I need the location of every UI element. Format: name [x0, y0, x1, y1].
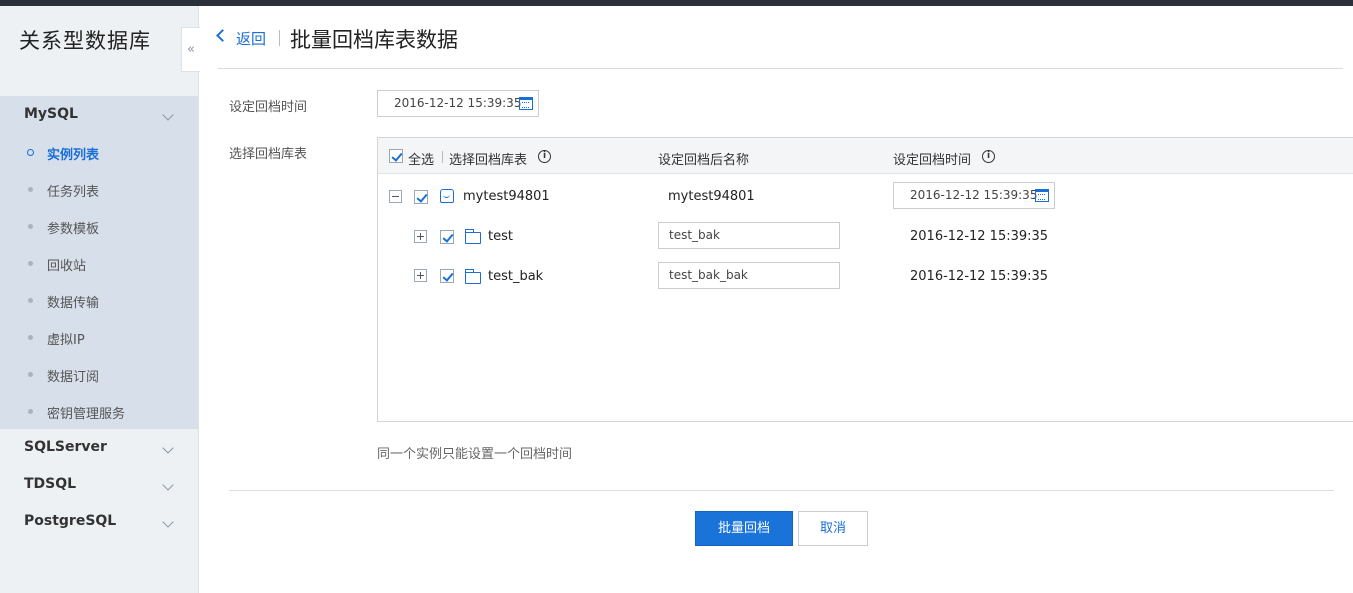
sidebar-item-label: 任务列表 — [47, 185, 100, 200]
row-time-picker[interactable]: 2016-12-12 15:39:35 — [893, 182, 1055, 209]
hint-text: 同一个实例只能设置一个回档时间 — [377, 447, 573, 462]
row-name: test — [488, 229, 513, 244]
expand-toggle-icon[interactable] — [414, 230, 427, 243]
dot-icon — [28, 187, 33, 192]
sidebar-group-sqlserver[interactable]: SQLServer — [0, 429, 198, 466]
folder-icon — [465, 269, 481, 284]
dot-icon — [28, 372, 33, 377]
sidebar-group-label: PostgreSQL — [24, 513, 117, 529]
page-title: 批量回档库表数据 — [290, 28, 458, 52]
rollback-time-picker[interactable]: 2016-12-12 15:39:35 — [377, 90, 539, 117]
sidebar-group-label: MySQL — [24, 106, 78, 122]
row-checkbox[interactable] — [414, 190, 428, 204]
sidebar-item-key-management[interactable]: 密钥管理服务 — [0, 393, 198, 430]
row-time: 2016-12-12 15:39:35 — [910, 269, 1049, 284]
mysql-group: MySQL 实例列表 任务列表 参数模板 回收站 数据传输 虚拟IP 数据订阅 … — [0, 96, 198, 429]
sidebar: 关系型数据库 « MySQL 实例列表 任务列表 参数模板 回收站 数据传输 虚… — [0, 6, 200, 593]
info-icon[interactable]: i — [538, 150, 551, 163]
database-instance-icon — [440, 189, 454, 203]
row-new-name: mytest94801 — [668, 189, 755, 204]
sidebar-group-label: SQLServer — [24, 439, 107, 455]
sidebar-title: 关系型数据库 — [19, 29, 151, 53]
calendar-icon[interactable] — [519, 97, 533, 110]
chevron-down-icon — [162, 479, 174, 491]
rollback-time-label: 设定回档时间 — [229, 100, 308, 115]
select-all-checkbox[interactable] — [389, 149, 403, 163]
collapse-sidebar-icon[interactable]: « — [181, 27, 200, 72]
expand-toggle-icon[interactable] — [414, 269, 427, 282]
row-checkbox[interactable] — [440, 230, 454, 244]
row-time: 2016-12-12 15:39:35 — [910, 229, 1049, 244]
header-divider — [279, 30, 280, 46]
row-name: test_bak — [488, 269, 544, 284]
back-link[interactable]: 返回 — [236, 28, 266, 49]
top-bar — [0, 0, 1353, 6]
sidebar-item-param-template[interactable]: 参数模板 — [0, 208, 198, 245]
row-new-name-value: test_bak — [669, 228, 720, 242]
sidebar-item-data-transfer[interactable]: 数据传输 — [0, 282, 198, 319]
row-name: mytest94801 — [463, 189, 550, 204]
sidebar-item-label: 数据传输 — [47, 296, 100, 311]
sidebar-item-label: 参数模板 — [47, 222, 100, 237]
cancel-button[interactable]: 取消 — [798, 511, 868, 546]
column-header-time: 设定回档时间 — [893, 153, 972, 168]
dot-icon — [28, 335, 33, 340]
sidebar-item-label: 回收站 — [47, 259, 87, 274]
rollback-time-value: 2016-12-12 15:39:35 — [394, 96, 522, 110]
dot-icon — [28, 261, 33, 266]
sidebar-item-label: 实例列表 — [47, 148, 100, 163]
sidebar-item-label: 虚拟IP — [47, 333, 85, 348]
sidebar-group-tdsql[interactable]: TDSQL — [0, 466, 198, 503]
sidebar-item-virtual-ip[interactable]: 虚拟IP — [0, 319, 198, 356]
sidebar-group-mysql[interactable]: MySQL — [0, 96, 198, 133]
dot-icon — [28, 298, 33, 303]
calendar-icon[interactable] — [1035, 189, 1049, 202]
sidebar-item-instance-list[interactable]: 实例列表 — [0, 134, 198, 171]
header-divider — [442, 151, 443, 163]
footer-divider-line — [229, 490, 1334, 491]
active-dot-icon — [27, 149, 34, 156]
chevron-down-icon — [162, 516, 174, 528]
collapse-toggle-icon[interactable] — [389, 190, 402, 203]
row-checkbox[interactable] — [440, 269, 454, 283]
select-tables-label: 选择回档库表 — [229, 147, 308, 162]
column-header-tables: 选择回档库表 — [449, 153, 528, 168]
sidebar-item-label: 密钥管理服务 — [47, 407, 126, 422]
chevron-left-icon[interactable] — [216, 29, 229, 42]
sidebar-item-recycle-bin[interactable]: 回收站 — [0, 245, 198, 282]
folder-icon — [465, 229, 481, 244]
table-header: 全选 选择回档库表 i 设定回档后名称 设定回档时间 i — [378, 138, 1353, 174]
sidebar-group-postgresql[interactable]: PostgreSQL — [0, 503, 198, 540]
dot-icon — [28, 409, 33, 414]
info-icon[interactable]: i — [982, 150, 995, 163]
sidebar-item-label: 数据订阅 — [47, 370, 100, 385]
chevron-down-icon — [162, 442, 174, 454]
row-new-name-input[interactable]: test_bak_bak — [658, 262, 840, 289]
row-new-name-input[interactable]: test_bak — [658, 222, 840, 249]
rollback-table: 全选 选择回档库表 i 设定回档后名称 设定回档时间 i mytest94801… — [377, 137, 1353, 422]
dot-icon — [28, 224, 33, 229]
row-new-name-value: test_bak_bak — [669, 268, 748, 282]
sidebar-item-data-subscription[interactable]: 数据订阅 — [0, 356, 198, 393]
sidebar-item-task-list[interactable]: 任务列表 — [0, 171, 198, 208]
column-header-new-name: 设定回档后名称 — [658, 153, 750, 168]
select-all-label: 全选 — [408, 153, 435, 168]
header-divider-line — [218, 68, 1343, 69]
sidebar-group-label: TDSQL — [24, 476, 77, 492]
chevron-down-icon — [162, 109, 174, 121]
batch-rollback-button[interactable]: 批量回档 — [695, 511, 793, 546]
row-time-value: 2016-12-12 15:39:35 — [910, 188, 1038, 202]
